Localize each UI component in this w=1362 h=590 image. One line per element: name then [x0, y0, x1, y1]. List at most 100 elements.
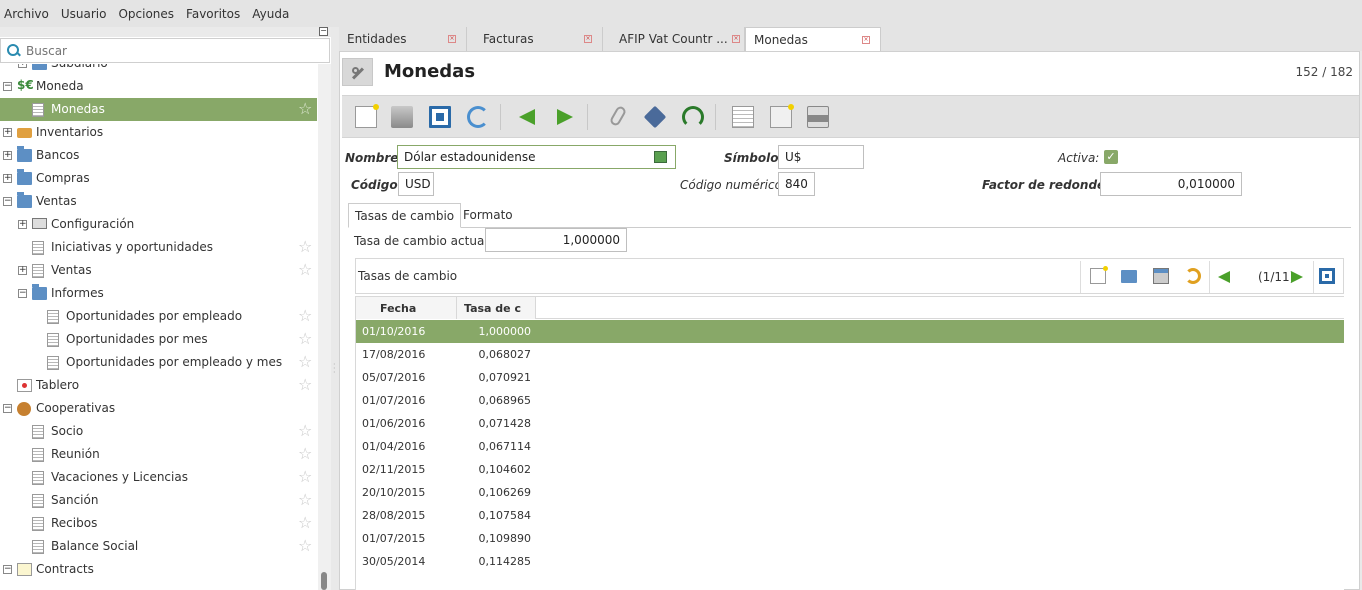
tree-item[interactable]: − $€ Moneda [0, 75, 317, 98]
close-icon[interactable]: × [862, 36, 870, 44]
attachment-icon[interactable] [608, 104, 628, 128]
expand-icon[interactable]: + [18, 64, 27, 68]
tree-item[interactable]: − Cooperativas [0, 397, 317, 420]
table-row[interactable]: 01/06/2016 0,071428 [356, 412, 1344, 435]
table-row[interactable]: 28/08/2015 0,107584 [356, 504, 1344, 527]
tab-monedas[interactable]: Monedas × [745, 27, 881, 51]
tree-item[interactable]: Tablero ☆ [0, 374, 317, 397]
tab-formato[interactable]: Formato [457, 203, 519, 228]
tree-item[interactable]: Sanción ☆ [0, 489, 317, 512]
favorite-star-icon[interactable]: ☆ [298, 538, 314, 554]
tree-item[interactable]: Iniciativas y oportunidades ☆ [0, 236, 317, 259]
sidebar-scrollbar[interactable] [318, 64, 331, 590]
favorite-star-icon[interactable]: ☆ [298, 423, 314, 439]
next-record-icon[interactable] [557, 109, 573, 125]
pane-splitter[interactable]: · · · [331, 27, 339, 590]
favorite-star-icon[interactable]: ☆ [298, 492, 314, 508]
expand-icon[interactable]: + [18, 266, 27, 275]
menu-ayuda[interactable]: Ayuda [252, 7, 289, 21]
table-row[interactable]: 30/05/2014 0,114285 [356, 550, 1344, 573]
favorite-star-icon[interactable]: ☆ [298, 262, 314, 278]
delete-icon[interactable] [1153, 268, 1169, 284]
tree-item[interactable]: Oportunidades por empleado ☆ [0, 305, 317, 328]
collapse-icon[interactable]: − [3, 565, 12, 574]
tab-afip-vat-country[interactable]: AFIP Vat Countr ... × [611, 27, 745, 51]
tree-item[interactable]: + Subdiario [0, 64, 317, 75]
favorite-star-icon[interactable]: ☆ [298, 377, 314, 393]
action-icon[interactable] [643, 105, 667, 129]
print-icon[interactable] [807, 106, 829, 128]
previous-page-icon[interactable] [1218, 271, 1230, 283]
menu-archivo[interactable]: Archivo [4, 7, 49, 21]
tree-item[interactable]: Recibos ☆ [0, 512, 317, 535]
reload-icon[interactable] [467, 106, 489, 128]
tools-icon[interactable] [342, 58, 373, 86]
tab-facturas[interactable]: Facturas × [475, 27, 603, 51]
tree-item[interactable]: + Configuración [0, 213, 317, 236]
collapse-sidebar-button[interactable]: − [319, 27, 328, 36]
table-row[interactable]: 01/07/2016 0,068965 [356, 389, 1344, 412]
table-row[interactable]: 01/07/2015 0,109890 [356, 527, 1344, 550]
close-icon[interactable]: × [732, 35, 740, 43]
tree-item[interactable]: − Contracts [0, 558, 317, 581]
tree-item[interactable]: + Inventarios [0, 121, 317, 144]
tree-item[interactable]: − Informes [0, 282, 317, 305]
tree-item[interactable]: Vacaciones y Licencias ☆ [0, 466, 317, 489]
expand-icon[interactable]: + [3, 174, 12, 183]
nombre-field[interactable]: Dólar estadounidense [397, 145, 676, 169]
relate-icon[interactable] [682, 106, 704, 128]
tree-item[interactable]: Oportunidades por mes ☆ [0, 328, 317, 351]
menu-opciones[interactable]: Opciones [118, 7, 174, 21]
email-icon[interactable] [770, 104, 794, 128]
collapse-icon[interactable]: − [3, 404, 12, 413]
switch-view-icon[interactable] [429, 106, 451, 128]
codigo-field[interactable]: USD [398, 172, 434, 196]
undo-icon[interactable] [1185, 268, 1201, 284]
previous-record-icon[interactable] [519, 109, 535, 125]
expand-icon[interactable]: + [3, 128, 12, 137]
tasa-actual-field[interactable]: 1,000000 [485, 228, 627, 252]
favorite-star-icon[interactable]: ☆ [298, 239, 314, 255]
save-icon[interactable] [391, 106, 413, 128]
search-input[interactable] [26, 43, 306, 58]
new-rate-icon[interactable] [1090, 266, 1108, 284]
tree-item[interactable]: Monedas ☆ [0, 98, 317, 121]
favorite-star-icon[interactable]: ☆ [298, 446, 314, 462]
column-tasa[interactable]: Tasa de c [457, 297, 536, 319]
tree-item[interactable]: Socio ☆ [0, 420, 317, 443]
simbolo-field[interactable]: U$ [778, 145, 864, 169]
tree-item[interactable]: Balance Social ☆ [0, 535, 317, 558]
factor-redondeo-field[interactable]: 0,010000 [1100, 172, 1242, 196]
favorite-star-icon[interactable]: ☆ [298, 331, 314, 347]
maximize-icon[interactable] [1319, 268, 1335, 284]
menu-favoritos[interactable]: Favoritos [186, 7, 240, 21]
close-icon[interactable]: × [448, 35, 456, 43]
report-icon[interactable] [732, 106, 754, 128]
expand-icon[interactable]: + [18, 220, 27, 229]
tree-item[interactable]: + Bancos [0, 144, 317, 167]
activa-checkbox[interactable]: ✓ [1104, 150, 1118, 164]
tree-item[interactable]: + Ventas ☆ [0, 259, 317, 282]
favorite-star-icon[interactable]: ☆ [298, 101, 314, 117]
codigo-numerico-field[interactable]: 840 [778, 172, 815, 196]
open-folder-icon[interactable] [1121, 270, 1137, 283]
menu-usuario[interactable]: Usuario [61, 7, 107, 21]
sidebar-scrollbar-thumb[interactable] [321, 572, 327, 590]
table-row[interactable]: 20/10/2015 0,106269 [356, 481, 1344, 504]
favorite-star-icon[interactable]: ☆ [298, 515, 314, 531]
column-fecha[interactable]: Fecha [356, 297, 457, 319]
tree-item[interactable]: + Compras [0, 167, 317, 190]
translate-icon[interactable] [654, 151, 667, 163]
collapse-icon[interactable]: − [3, 82, 12, 91]
favorite-star-icon[interactable]: ☆ [298, 354, 314, 370]
favorite-star-icon[interactable]: ☆ [298, 469, 314, 485]
close-icon[interactable]: × [584, 35, 592, 43]
tab-entidades[interactable]: Entidades × [339, 27, 467, 51]
table-row[interactable]: 01/10/2016 1,000000 [356, 320, 1344, 343]
favorite-star-icon[interactable]: ☆ [298, 308, 314, 324]
tree-item[interactable]: − Ventas [0, 190, 317, 213]
table-row[interactable]: 01/04/2016 0,067114 [356, 435, 1344, 458]
new-record-icon[interactable] [355, 104, 379, 128]
next-page-icon[interactable] [1291, 271, 1303, 283]
tree-item[interactable]: Reunión ☆ [0, 443, 317, 466]
